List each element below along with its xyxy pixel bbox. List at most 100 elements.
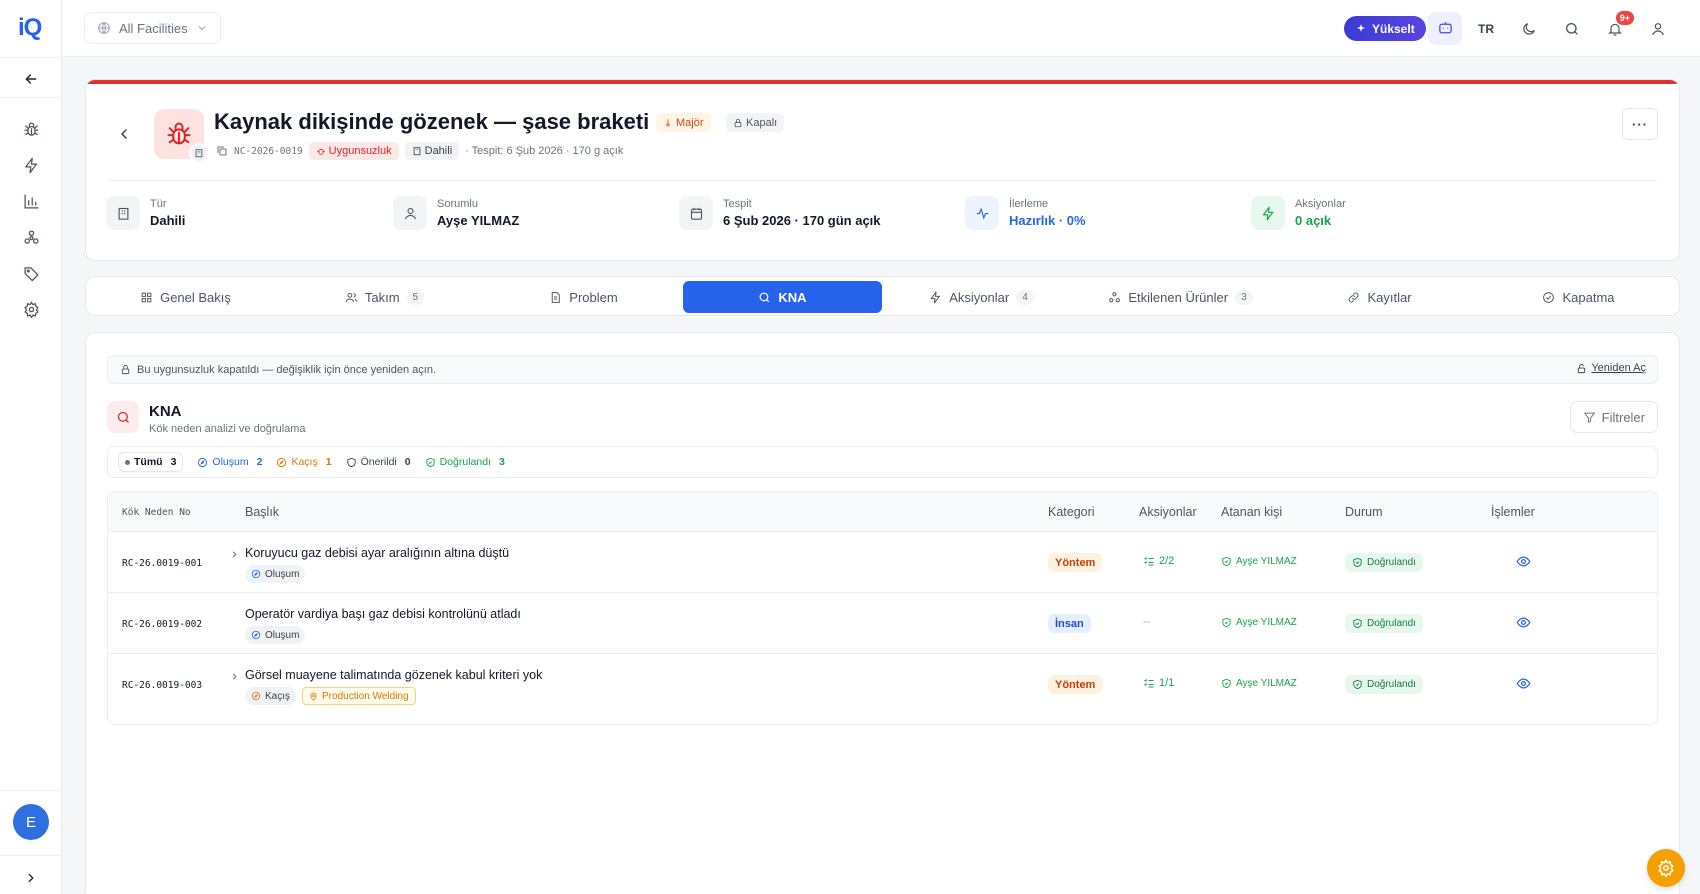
column-header[interactable]: Başlık bbox=[245, 505, 279, 519]
map-pin-icon bbox=[310, 692, 317, 701]
document-icon bbox=[552, 291, 561, 303]
table-header: Kök Neden No Başlık Kategori Aksiyonlar … bbox=[108, 492, 1657, 532]
assignee: Ayşe YILMAZ bbox=[1221, 617, 1297, 628]
bug-icon bbox=[316, 148, 325, 155]
reopen-button[interactable]: Yeniden Aç bbox=[1576, 362, 1646, 374]
sidebar-item-settings[interactable] bbox=[15, 293, 47, 325]
stat-detected: Tespit 6 Şub 2026 · 170 gün açık bbox=[679, 196, 881, 230]
column-header[interactable]: Kategori bbox=[1048, 505, 1095, 519]
tab-problem[interactable]: Problem bbox=[484, 281, 683, 313]
column-header[interactable]: Atanan kişi bbox=[1221, 505, 1282, 519]
stat-label: Tür bbox=[150, 198, 167, 210]
chevron-right-icon bbox=[232, 673, 237, 680]
search-button[interactable] bbox=[1555, 12, 1589, 45]
facility-selector[interactable]: All Facilities bbox=[84, 12, 221, 44]
building-icon bbox=[413, 147, 420, 156]
record-title: Kaynak dikişinde gözenek — şase braketi bbox=[214, 109, 650, 134]
bug-icon bbox=[23, 122, 39, 136]
app-logo[interactable]: iQ bbox=[18, 14, 42, 42]
expand-sidebar-button[interactable] bbox=[15, 862, 47, 894]
view-button[interactable] bbox=[1516, 676, 1531, 691]
actions-progress: -- bbox=[1143, 616, 1150, 628]
root-cause-id: RC-26.0019-001 bbox=[122, 558, 203, 569]
state-badge: Kapalı bbox=[726, 113, 785, 132]
building-badge-icon bbox=[189, 143, 209, 163]
tab-overview[interactable]: Genel Bakış bbox=[86, 281, 285, 313]
eye-icon bbox=[1516, 617, 1531, 628]
sidebar-item-actions[interactable] bbox=[15, 149, 47, 181]
filter-chip-occurrence[interactable]: Oluşum 2 bbox=[197, 456, 262, 468]
stat-label: Aksiyonlar bbox=[1295, 198, 1346, 210]
tab-affected-products[interactable]: Etkilenen Ürünler 3 bbox=[1081, 281, 1280, 313]
expand-row-button[interactable] bbox=[229, 549, 240, 560]
filter-chip-all[interactable]: Tümü 3 bbox=[118, 452, 184, 472]
list-check-icon bbox=[1144, 679, 1154, 688]
column-header[interactable]: Durum bbox=[1345, 505, 1383, 519]
expand-row-button[interactable] bbox=[229, 671, 240, 682]
stat-value: 6 Şub 2026 · 170 gün açık bbox=[723, 213, 881, 228]
sidebar-item-nonconformity[interactable] bbox=[15, 113, 47, 145]
chip-label: Tümü bbox=[134, 456, 163, 468]
tab-label: Etkilenen Ürünler bbox=[1128, 289, 1229, 305]
language-switch[interactable]: TR bbox=[1469, 12, 1503, 45]
view-button[interactable] bbox=[1516, 615, 1531, 630]
filter-chip-verified[interactable]: Doğrulandı 3 bbox=[425, 456, 505, 468]
filters-label: Filtreler bbox=[1601, 409, 1645, 425]
sidebar-divider bbox=[0, 97, 62, 98]
filter-chip-escape[interactable]: Kaçış 1 bbox=[276, 456, 332, 468]
table-row[interactable]: RC-26.0019-003 Görsel muayene talimatınd… bbox=[108, 654, 1657, 716]
user-avatar[interactable]: E bbox=[13, 804, 49, 840]
upgrade-button[interactable]: Yükselt bbox=[1344, 16, 1426, 41]
tab-actions[interactable]: Aksiyonlar 4 bbox=[882, 281, 1081, 313]
status-badge: Doğrulandı bbox=[1345, 675, 1423, 694]
floating-settings-button[interactable] bbox=[1647, 849, 1685, 887]
table-row[interactable]: RC-26.0019-001 Koruyucu gaz debisi ayar … bbox=[108, 532, 1657, 593]
chip-count: 3 bbox=[498, 456, 505, 468]
sidebar-item-network[interactable] bbox=[15, 221, 47, 253]
chevron-down-icon bbox=[198, 26, 205, 31]
bug-icon bbox=[167, 122, 191, 145]
compass-icon bbox=[251, 630, 261, 640]
sidebar-item-tags[interactable] bbox=[15, 257, 47, 289]
back-button[interactable] bbox=[116, 126, 132, 142]
more-options-button[interactable]: ··· bbox=[1622, 108, 1658, 140]
assignee-name: Ayşe YILMAZ bbox=[1236, 617, 1297, 628]
assistant-button[interactable] bbox=[1428, 12, 1462, 45]
tab-closing[interactable]: Kapatma bbox=[1479, 281, 1678, 313]
sparkle-icon bbox=[1357, 23, 1365, 32]
table-row[interactable]: RC-26.0019-002 Operatör vardiya başı gaz… bbox=[108, 593, 1657, 654]
stat-value: Hazırlık · 0% bbox=[1009, 213, 1086, 228]
copy-icon[interactable] bbox=[216, 145, 228, 157]
tab-team[interactable]: Takım 5 bbox=[285, 281, 484, 313]
column-header[interactable]: Kök Neden No bbox=[122, 507, 191, 518]
tab-kna[interactable]: KNA bbox=[683, 281, 882, 313]
filter-chip-proposed[interactable]: Önerildi 0 bbox=[346, 456, 411, 468]
stat-type: Tür Dahili bbox=[106, 196, 185, 230]
dot-icon bbox=[125, 459, 130, 465]
stat-owner: Sorumlu Ayşe YILMAZ bbox=[393, 196, 519, 230]
view-button[interactable] bbox=[1516, 554, 1531, 569]
sidebar: iQ E bbox=[0, 0, 62, 894]
column-header[interactable]: Aksiyonlar bbox=[1139, 505, 1197, 519]
tab-label: Problem bbox=[569, 289, 618, 305]
shield-check-icon bbox=[1222, 617, 1231, 628]
tab-label: Kapatma bbox=[1562, 289, 1615, 305]
location-tag: Production Welding bbox=[302, 687, 416, 705]
status-label: Doğrulandı bbox=[1367, 618, 1416, 629]
tab-records[interactable]: Kayıtlar bbox=[1280, 281, 1479, 313]
root-cause-title: Koruyucu gaz debisi ayar aralığının altı… bbox=[245, 546, 510, 560]
severity-label: Majör bbox=[676, 116, 704, 129]
tag-icon bbox=[23, 266, 39, 281]
profile-button[interactable] bbox=[1641, 12, 1675, 45]
assignee-name: Ayşe YILMAZ bbox=[1236, 678, 1297, 689]
theme-toggle[interactable] bbox=[1512, 12, 1546, 45]
lock-icon bbox=[734, 118, 742, 127]
filters-button[interactable]: Filtreler bbox=[1569, 401, 1658, 433]
notifications-button[interactable]: 9+ bbox=[1598, 11, 1634, 45]
collapse-back-button[interactable] bbox=[15, 63, 47, 95]
assignee: Ayşe YILMAZ bbox=[1221, 678, 1297, 689]
chip-count: 0 bbox=[404, 456, 411, 468]
sidebar-item-reports[interactable] bbox=[15, 185, 47, 217]
user-icon bbox=[393, 196, 427, 230]
chevron-right-icon bbox=[232, 551, 237, 558]
